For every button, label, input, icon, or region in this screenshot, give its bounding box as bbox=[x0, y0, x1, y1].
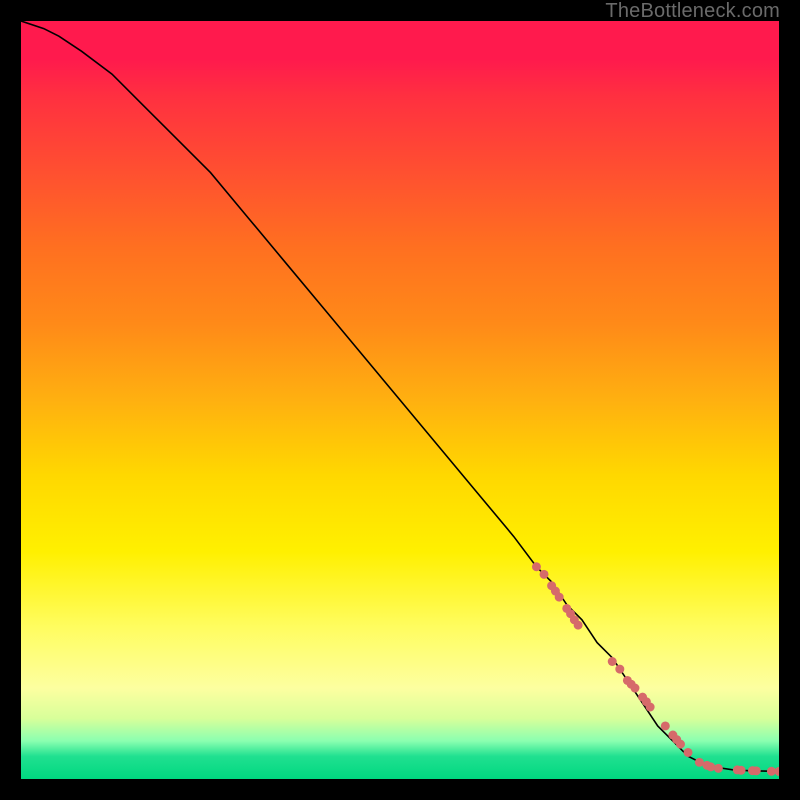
data-marker bbox=[676, 740, 685, 749]
data-marker bbox=[532, 562, 541, 571]
data-marker bbox=[661, 721, 670, 730]
data-marker bbox=[615, 665, 624, 674]
curve-path bbox=[21, 21, 779, 771]
data-marker bbox=[684, 748, 693, 757]
plot-area bbox=[20, 20, 780, 780]
data-marker bbox=[646, 703, 655, 712]
chart-svg bbox=[21, 21, 779, 779]
chart-stage: TheBottleneck.com bbox=[0, 0, 800, 800]
data-marker bbox=[706, 762, 715, 771]
marker-group bbox=[532, 562, 779, 776]
data-marker bbox=[714, 764, 723, 773]
data-marker bbox=[737, 766, 746, 775]
data-marker bbox=[630, 684, 639, 693]
data-marker bbox=[574, 621, 583, 630]
data-marker bbox=[752, 766, 761, 775]
data-marker bbox=[775, 767, 779, 776]
data-marker bbox=[608, 657, 617, 666]
data-marker bbox=[555, 593, 564, 602]
data-marker bbox=[540, 570, 549, 579]
